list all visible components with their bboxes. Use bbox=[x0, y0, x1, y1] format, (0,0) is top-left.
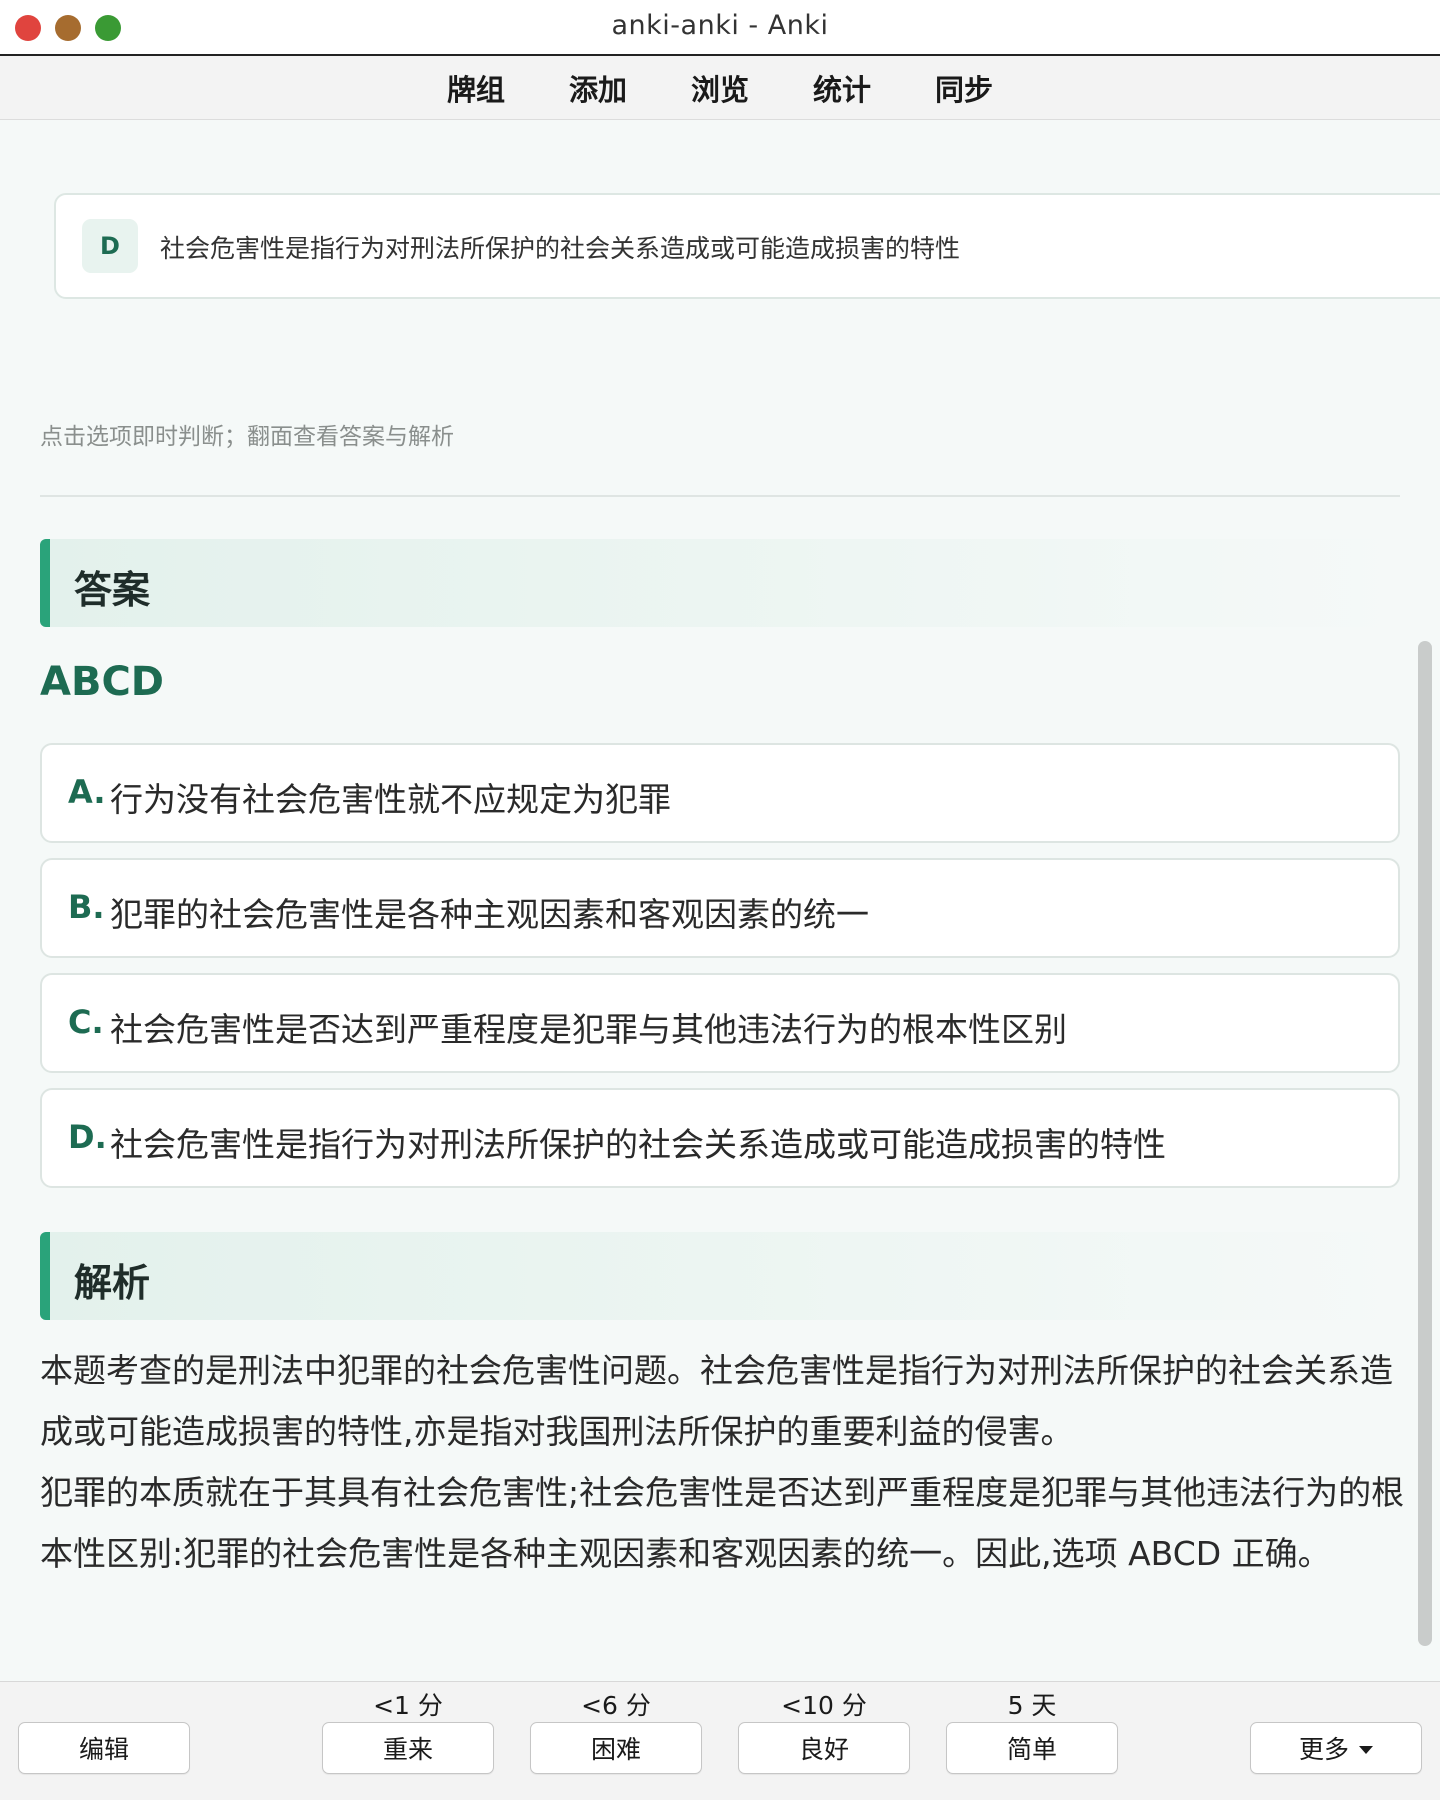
choice-letter: B. bbox=[68, 888, 105, 926]
choice-letter: C. bbox=[68, 1003, 104, 1041]
hard-interval: <6 分 bbox=[581, 1691, 651, 1720]
choice-text: 行为没有社会危害性就不应规定为犯罪 bbox=[110, 780, 671, 819]
answer-choice-d: D. 社会危害性是指行为对刑法所保护的社会关系造成或可能造成损害的特性 bbox=[40, 1088, 1400, 1188]
main-toolbar: 牌组 添加 浏览 统计 同步 bbox=[0, 56, 1440, 120]
edit-button[interactable]: 编辑 bbox=[18, 1722, 190, 1774]
choice-text: 社会危害性是指行为对刑法所保护的社会关系造成或可能造成损害的特性 bbox=[110, 1125, 1166, 1164]
review-bottom-bar: 编辑 <1 分 重来 <6 分 困难 <10 分 良好 5 天 简单 更多 bbox=[0, 1681, 1440, 1800]
chevron-down-icon bbox=[1359, 1746, 1373, 1754]
choice-text: 社会危害性是否达到严重程度是犯罪与其他违法行为的根本性区别 bbox=[110, 1010, 1067, 1049]
analysis-section-header: 解析 bbox=[40, 1232, 1400, 1320]
option-text: 社会危害性是指行为对刑法所保护的社会关系造成或可能造成损害的特性 bbox=[160, 234, 961, 263]
title-bar: anki-anki - Anki bbox=[0, 0, 1440, 56]
question-option-card[interactable]: D 社会危害性是指行为对刑法所保护的社会关系造成或可能造成损害的特性 bbox=[54, 193, 1440, 299]
answer-choice-a: A. 行为没有社会危害性就不应规定为犯罪 bbox=[40, 743, 1400, 843]
analysis-body: 本题考查的是刑法中犯罪的社会危害性问题。社会危害性是指行为对刑法所保护的社会关系… bbox=[40, 1340, 1405, 1584]
more-button[interactable]: 更多 bbox=[1250, 1722, 1422, 1774]
toolbar-add[interactable]: 添加 bbox=[565, 67, 631, 109]
card-content: D 社会危害性是指行为对刑法所保护的社会关系造成或可能造成损害的特性 点击选项即… bbox=[0, 121, 1440, 1681]
answer-code: ABCD bbox=[40, 659, 165, 705]
choice-letter: D. bbox=[68, 1118, 107, 1156]
analysis-heading: 解析 bbox=[74, 1261, 151, 1305]
analysis-paragraph: 本题考查的是刑法中犯罪的社会危害性问题。社会危害性是指行为对刑法所保护的社会关系… bbox=[40, 1351, 1393, 1451]
hard-button[interactable]: 困难 bbox=[530, 1722, 702, 1774]
option-letter-badge: D bbox=[82, 219, 138, 273]
toolbar-stats[interactable]: 统计 bbox=[809, 67, 875, 109]
easy-button[interactable]: 简单 bbox=[946, 1722, 1118, 1774]
vertical-scrollbar[interactable] bbox=[1418, 641, 1432, 1646]
toolbar-browse[interactable]: 浏览 bbox=[687, 67, 753, 109]
more-label: 更多 bbox=[1298, 1735, 1349, 1764]
easy-interval: 5 天 bbox=[1007, 1691, 1057, 1720]
answer-heading: 答案 bbox=[74, 568, 151, 612]
toolbar-decks[interactable]: 牌组 bbox=[443, 67, 509, 109]
answer-choice-c: C. 社会危害性是否达到严重程度是犯罪与其他违法行为的根本性区别 bbox=[40, 973, 1400, 1073]
good-interval: <10 分 bbox=[781, 1691, 867, 1720]
window-title: anki-anki - Anki bbox=[611, 10, 829, 41]
choice-letter: A. bbox=[68, 773, 106, 811]
divider bbox=[40, 495, 1400, 497]
again-interval: <1 分 bbox=[373, 1691, 443, 1720]
analysis-paragraph: 犯罪的本质就在于其具有社会危害性;社会危害性是否达到严重程度是犯罪与其他违法行为… bbox=[40, 1473, 1405, 1573]
toolbar-sync[interactable]: 同步 bbox=[931, 67, 997, 109]
instruction-hint: 点击选项即时判断；翻面查看答案与解析 bbox=[40, 424, 454, 450]
anki-window: anki-anki - Anki 牌组 添加 浏览 统计 同步 D 社会危害性是… bbox=[0, 0, 1440, 1800]
choice-text: 犯罪的社会危害性是各种主观因素和客观因素的统一 bbox=[110, 895, 869, 934]
good-button[interactable]: 良好 bbox=[738, 1722, 910, 1774]
answer-section-header: 答案 bbox=[40, 539, 1400, 627]
answer-choice-b: B. 犯罪的社会危害性是各种主观因素和客观因素的统一 bbox=[40, 858, 1400, 958]
again-button[interactable]: 重来 bbox=[322, 1722, 494, 1774]
